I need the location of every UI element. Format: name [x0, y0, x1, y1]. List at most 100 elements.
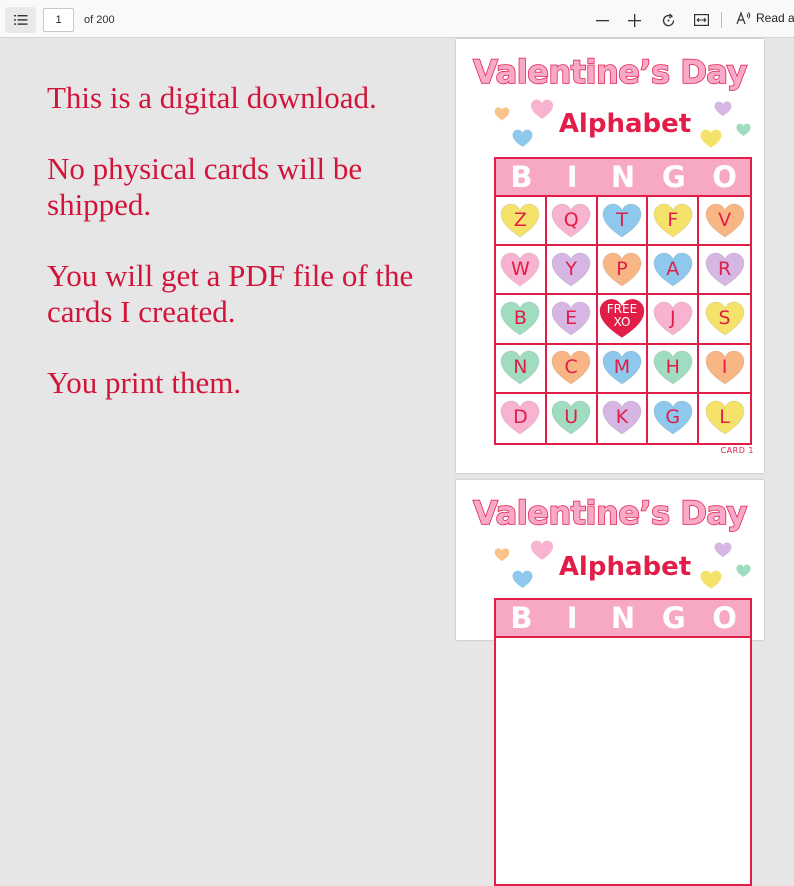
bingo-header-letter: I — [566, 601, 578, 635]
cell-letter: E — [565, 306, 578, 329]
card-title: Valentine’s Day — [472, 52, 748, 92]
bingo-cell: U — [547, 393, 598, 443]
bingo-grid: Z Q T F V W Y P A R B E FREE XO J S N C M H I D U K G L — [496, 197, 750, 443]
bingo-cell: A — [648, 246, 700, 296]
pdf-page-1: Valentine’s Day Alphabet B I N G O Z Q T F V… — [456, 39, 764, 473]
cell-letter: I — [721, 356, 728, 379]
cell-letter: C — [564, 356, 578, 379]
free-space-label: FREE XO — [598, 302, 646, 329]
cell-letter: P — [616, 257, 628, 280]
cell-letter: N — [513, 356, 528, 379]
cell-letter: M — [613, 356, 631, 379]
xo-label: XO — [613, 314, 631, 329]
letter-heart: G — [653, 400, 693, 436]
bingo-header-letter: G — [661, 601, 686, 635]
letter-heart: A — [653, 252, 693, 288]
cell-letter: H — [665, 356, 680, 379]
bingo-cell: H — [648, 344, 700, 394]
letter-heart: S — [705, 301, 745, 337]
bingo-cell: J — [648, 295, 700, 345]
free-space-heart: FREE XO — [598, 298, 646, 340]
bingo-header-letter: O — [712, 160, 737, 194]
bingo-header-letter: O — [712, 601, 737, 635]
notice-line: You print them. — [47, 365, 242, 400]
letter-heart: T — [602, 203, 642, 239]
bingo-cell: V — [699, 197, 750, 247]
bingo-header: B I N G O — [496, 600, 750, 638]
bingo-cell: E — [546, 295, 598, 345]
bingo-cell: R — [699, 246, 750, 296]
cell-letter: A — [666, 257, 680, 280]
letter-heart: R — [705, 252, 745, 288]
bingo-cell: F — [648, 197, 700, 247]
bingo-card: B I N G O — [494, 598, 752, 886]
cell-letter: V — [718, 208, 732, 231]
bingo-cell: Q — [546, 197, 598, 247]
page-count: of 200 — [84, 14, 115, 26]
letter-heart: F — [653, 203, 693, 239]
bingo-cell: S — [699, 295, 750, 345]
letter-heart: Q — [551, 203, 591, 239]
bingo-cell: B — [496, 295, 547, 345]
card-title: Valentine’s Day — [472, 493, 748, 533]
card-subtitle: Alphabet — [558, 552, 692, 582]
bingo-cell: K — [598, 393, 649, 443]
bingo-cell: D — [496, 393, 547, 443]
pdf-toolbar: 1 of 200 Read al — [0, 0, 794, 38]
bingo-header-letter: N — [610, 160, 636, 194]
bingo-cell: T — [597, 197, 649, 247]
bingo-header: B I N G O — [496, 159, 750, 197]
cell-letter: Z — [513, 208, 527, 231]
cell-letter: U — [564, 406, 579, 429]
bingo-cell: I — [699, 345, 750, 394]
notice-line: You will get a PDF file of the cards I c… — [47, 258, 414, 329]
pdf-page-2: Valentine’s Day Alphabet B I N G O — [456, 480, 764, 886]
notice-line: This is a digital download. — [47, 80, 377, 115]
cell-letter: F — [667, 208, 679, 231]
zoom-out-button[interactable] — [591, 7, 613, 33]
cell-letter: R — [717, 257, 732, 280]
cell-letter: D — [513, 406, 528, 429]
bingo-header-letter: B — [510, 601, 533, 635]
letter-heart: K — [602, 400, 642, 436]
notice-line: No physical cards will be shipped. — [47, 151, 363, 222]
cell-letter: T — [616, 208, 628, 231]
letter-heart: J — [653, 301, 693, 337]
card-number: CARD 1 — [720, 446, 754, 455]
letter-heart: L — [705, 400, 745, 436]
bingo-cell: N — [496, 344, 547, 394]
letter-heart: D — [500, 400, 540, 436]
table-of-contents-button[interactable] — [5, 7, 36, 33]
rotate-button[interactable] — [657, 7, 679, 33]
bingo-header-letter: N — [610, 601, 636, 635]
cell-letter: B — [513, 306, 527, 329]
letter-heart: U — [551, 400, 591, 436]
zoom-in-button[interactable] — [623, 7, 645, 33]
fit-page-button[interactable] — [690, 7, 712, 33]
bingo-card: B I N G O Z Q T F V W Y P A R B E FREE XO J S N C M H I D U K G L — [494, 157, 752, 445]
read-aloud-icon — [736, 11, 751, 25]
toolbar-divider — [721, 12, 722, 28]
cell-letter: Y — [565, 257, 577, 280]
letter-heart: C — [551, 350, 591, 386]
letter-heart: Z — [500, 203, 540, 239]
page-number-input[interactable]: 1 — [43, 8, 74, 32]
bingo-header-letter: I — [566, 160, 578, 194]
bingo-cell: Z — [496, 197, 547, 247]
cell-letter: J — [669, 306, 676, 329]
bingo-cell: Y — [546, 246, 598, 296]
letter-heart: V — [705, 203, 745, 239]
digital-download-notice: This is a digital download. No physical … — [47, 80, 447, 436]
cell-letter: S — [718, 306, 731, 329]
plus-icon — [627, 13, 641, 27]
bingo-cell: FREE XO — [597, 295, 649, 345]
read-aloud-button[interactable]: Read al — [736, 11, 794, 25]
bingo-cell: W — [496, 246, 547, 296]
cell-letter: W — [510, 257, 530, 280]
read-aloud-label: Read al — [756, 11, 794, 25]
bingo-cell: P — [597, 246, 649, 296]
bingo-cell: L — [699, 394, 750, 443]
fit-width-icon — [693, 14, 709, 26]
bingo-header-letter: G — [661, 160, 686, 194]
card-subtitle: Alphabet — [558, 109, 692, 139]
